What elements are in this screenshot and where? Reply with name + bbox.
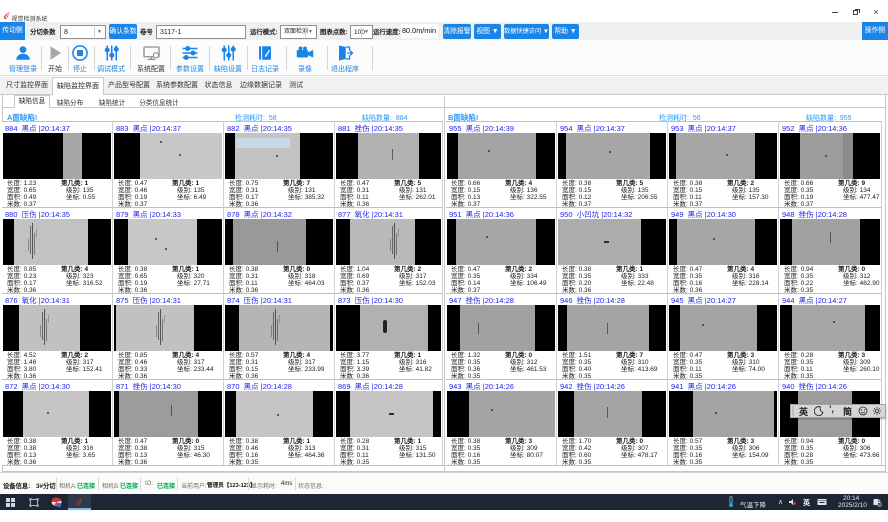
svg-text:6: 6 [879, 503, 881, 507]
